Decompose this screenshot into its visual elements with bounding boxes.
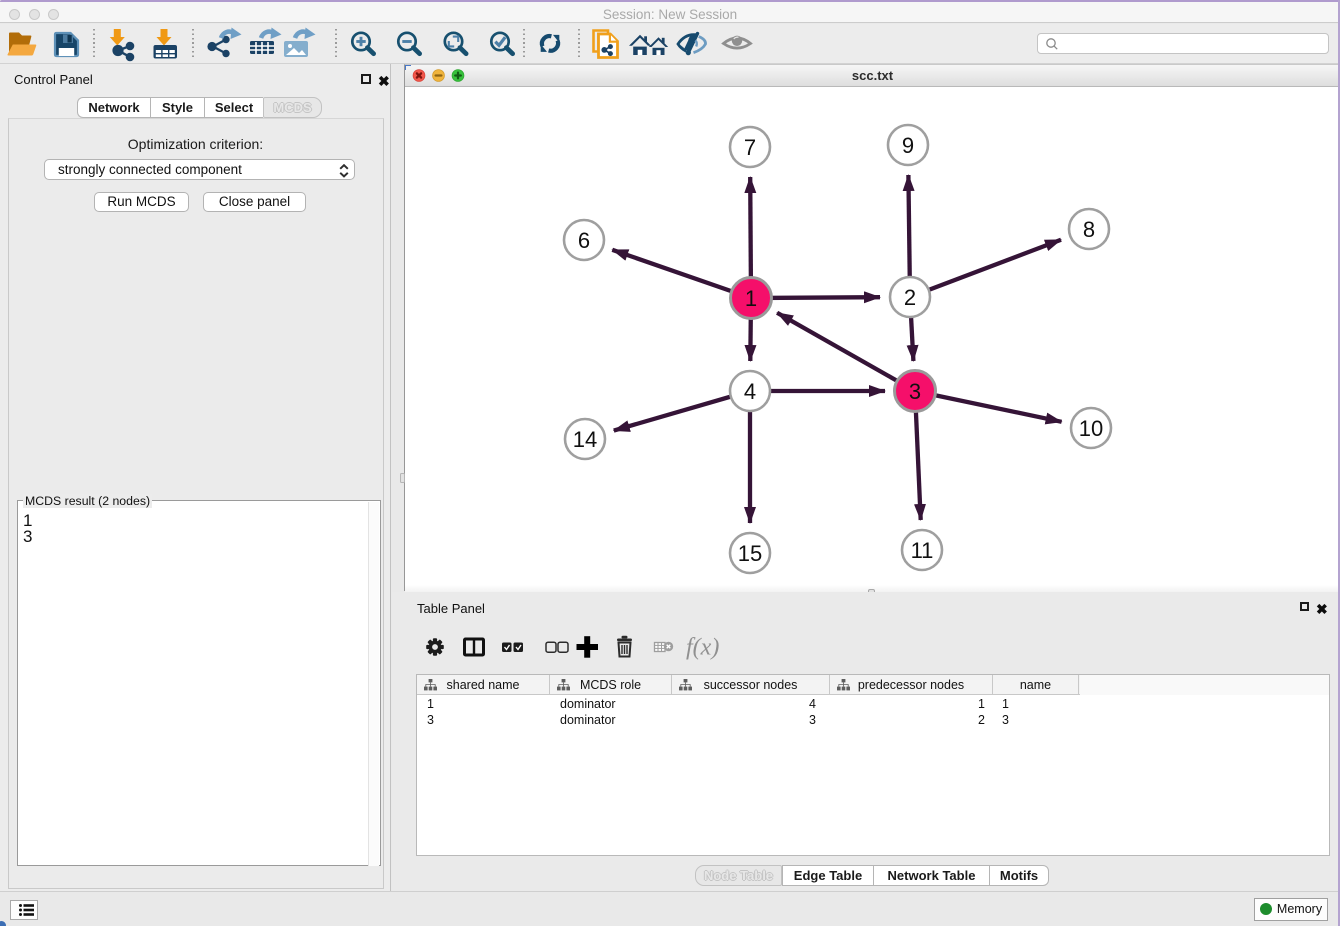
svg-text:10: 10 [1079, 416, 1103, 441]
svg-text:1: 1 [745, 286, 757, 311]
svg-text:14: 14 [573, 427, 597, 452]
svg-text:3: 3 [909, 379, 921, 404]
svg-text:4: 4 [744, 379, 756, 404]
svg-text:7: 7 [744, 135, 756, 160]
svg-text:6: 6 [578, 228, 590, 253]
svg-text:9: 9 [902, 133, 914, 158]
svg-text:11: 11 [911, 538, 934, 563]
svg-text:8: 8 [1083, 217, 1095, 242]
svg-text:2: 2 [904, 285, 916, 310]
svg-text:f(x): f(x) [686, 635, 719, 661]
svg-text:15: 15 [738, 541, 762, 566]
